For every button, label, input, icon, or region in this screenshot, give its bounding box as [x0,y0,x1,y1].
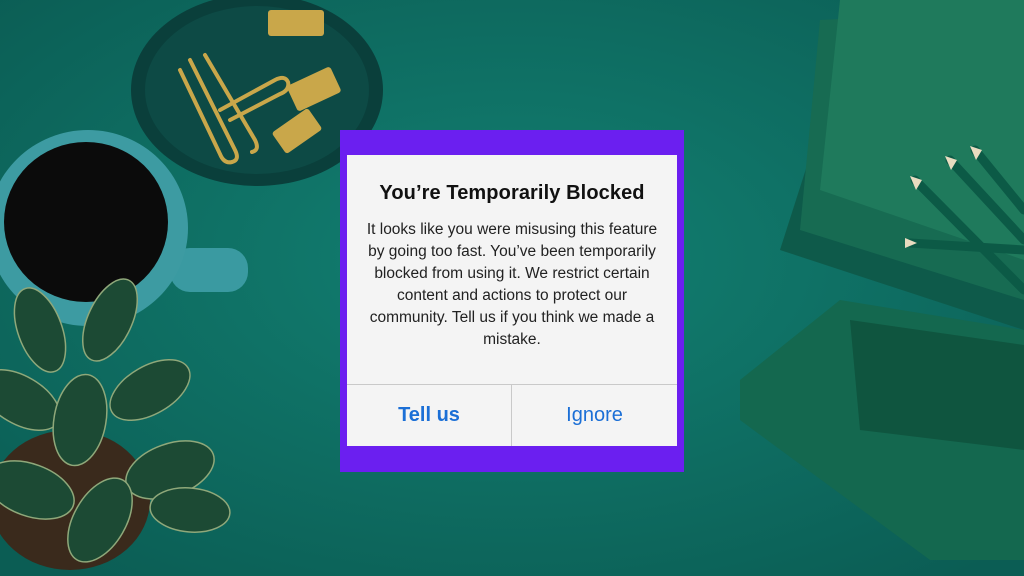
blocked-dialog: You’re Temporarily Blocked It looks like… [347,155,677,446]
ignore-button[interactable]: Ignore [512,385,677,446]
dialog-title: You’re Temporarily Blocked [379,182,645,204]
tell-us-button[interactable]: Tell us [347,385,511,446]
dialog-frame: You’re Temporarily Blocked It looks like… [340,130,684,472]
dialog-message: It looks like you were misusing this fea… [366,221,658,348]
